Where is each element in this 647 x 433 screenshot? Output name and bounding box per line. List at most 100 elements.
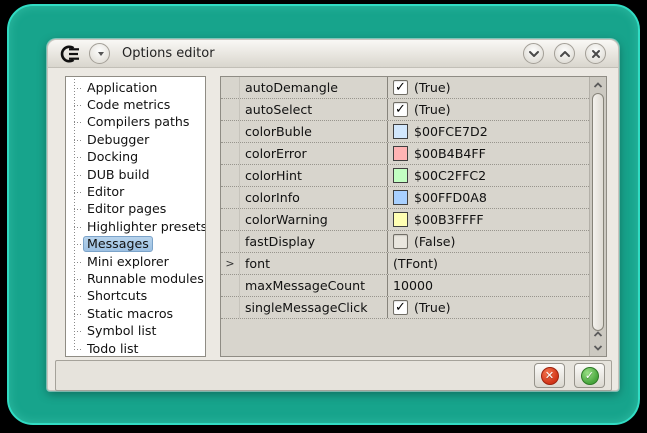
color-swatch[interactable]	[393, 212, 408, 227]
property-name: colorError	[240, 143, 388, 164]
property-row[interactable]: singleMessageClick ✓ (True)	[221, 297, 589, 319]
property-row[interactable]: maxMessageCount 10000	[221, 275, 589, 297]
titlebar[interactable]: Options editor	[48, 40, 618, 68]
property-value[interactable]: $00B3FFFF	[414, 212, 484, 227]
property-name: colorWarning	[240, 209, 388, 230]
sidebar-item[interactable]: Static macros	[66, 305, 205, 322]
sidebar-item[interactable]: Code metrics	[66, 96, 205, 113]
property-value-cell[interactable]: $00B3FFFF	[388, 209, 589, 230]
property-value[interactable]: (TFont)	[393, 256, 438, 271]
sidebar-item[interactable]: Runnable modules	[66, 270, 205, 287]
property-checkbox[interactable]: ✓	[393, 102, 408, 117]
property-value[interactable]: 10000	[393, 278, 433, 293]
color-swatch[interactable]	[393, 146, 408, 161]
property-value-cell[interactable]: ✓ (True)	[388, 297, 589, 318]
property-row[interactable]: colorWarning $00B3FFFF	[221, 209, 589, 231]
sidebar-item-label: Application	[83, 80, 161, 96]
property-name: colorHint	[240, 165, 388, 186]
sidebar-item-label: Static macros	[83, 306, 177, 322]
property-value-cell[interactable]: 10000	[388, 275, 589, 296]
sidebar-item-label: Editor	[83, 184, 128, 200]
sidebar-list: Application Code metrics Compilers paths…	[66, 79, 205, 357]
scroll-up-button[interactable]	[590, 79, 606, 91]
sidebar-item-label: Todo list	[83, 341, 142, 357]
sidebar-item[interactable]: Debugger	[66, 131, 205, 148]
sidebar-item[interactable]: Symbol list	[66, 322, 205, 339]
sidebar-item-label: Highlighter presets	[83, 219, 206, 235]
sidebar-item[interactable]: Shortcuts	[66, 288, 205, 305]
close-button[interactable]	[585, 43, 606, 64]
property-row[interactable]: colorHint $00C2FFC2	[221, 165, 589, 187]
property-value[interactable]: $00C2FFC2	[414, 168, 486, 183]
property-row[interactable]: autoSelect ✓ (True)	[221, 99, 589, 121]
row-marker	[221, 209, 240, 230]
property-value[interactable]: (True)	[414, 80, 451, 95]
accept-icon: ✓	[581, 367, 599, 385]
sidebar-item-label: Symbol list	[83, 323, 160, 339]
property-value[interactable]: $00B4B4FF	[414, 146, 486, 161]
sidebar-item[interactable]: DUB build	[66, 166, 205, 183]
row-marker	[221, 275, 240, 296]
scroll-down-button[interactable]	[590, 341, 606, 353]
scroll-up-button-bottom[interactable]	[590, 328, 606, 340]
property-name: maxMessageCount	[240, 275, 388, 296]
property-value-cell[interactable]: (TFont)	[388, 253, 589, 274]
property-name: autoSelect	[240, 99, 388, 120]
property-name: colorBuble	[240, 121, 388, 142]
chevron-up-icon	[559, 50, 571, 58]
property-row[interactable]: fastDisplay (False)	[221, 231, 589, 253]
sidebar-item-label: Messages	[83, 236, 153, 252]
property-checkbox[interactable]	[393, 234, 408, 249]
sidebar-item[interactable]: Messages	[66, 236, 205, 253]
property-checkbox[interactable]: ✓	[393, 300, 408, 315]
sidebar-item[interactable]: Todo list	[66, 340, 205, 357]
property-value[interactable]: $00FCE7D2	[414, 124, 488, 139]
property-value-cell[interactable]: (False)	[388, 231, 589, 252]
property-value-cell[interactable]: $00C2FFC2	[388, 165, 589, 186]
property-row[interactable]: colorError $00B4B4FF	[221, 143, 589, 165]
row-marker	[221, 77, 240, 98]
property-value[interactable]: (False)	[414, 234, 455, 249]
property-row[interactable]: autoDemangle ✓ (True)	[221, 77, 589, 99]
property-value-cell[interactable]: ✓ (True)	[388, 77, 589, 98]
row-marker: >	[221, 253, 240, 274]
category-list[interactable]: Application Code metrics Compilers paths…	[65, 76, 206, 357]
sidebar-item[interactable]: Compilers paths	[66, 114, 205, 131]
property-value-cell[interactable]: $00FFD0A8	[388, 187, 589, 208]
property-value-cell[interactable]: ✓ (True)	[388, 99, 589, 120]
color-swatch[interactable]	[393, 168, 408, 183]
sidebar-item[interactable]: Docking	[66, 149, 205, 166]
chevron-up-icon	[593, 331, 603, 338]
property-grid: autoDemangle ✓ (True) autoSelect ✓ (True…	[220, 76, 607, 357]
footer-bar: ✕ ✓	[55, 360, 612, 391]
scrollbar-thumb[interactable]	[592, 93, 604, 331]
property-value-cell[interactable]: $00B4B4FF	[388, 143, 589, 164]
sidebar-item-label: Shortcuts	[83, 288, 151, 304]
minimize-button[interactable]	[523, 43, 544, 64]
cancel-button[interactable]: ✕	[534, 363, 565, 388]
property-value[interactable]: (True)	[414, 102, 451, 117]
color-swatch[interactable]	[393, 124, 408, 139]
color-swatch[interactable]	[393, 190, 408, 205]
sidebar-item[interactable]: Highlighter presets	[66, 218, 205, 235]
maximize-button[interactable]	[554, 43, 575, 64]
property-value[interactable]: (True)	[414, 300, 451, 315]
sidebar-item[interactable]: Editor pages	[66, 201, 205, 218]
row-marker	[221, 121, 240, 142]
property-value-cell[interactable]: $00FCE7D2	[388, 121, 589, 142]
sidebar-item[interactable]: Editor	[66, 183, 205, 200]
desktop-background: Options editor Application Code metrics …	[7, 4, 640, 425]
property-value[interactable]: $00FFD0A8	[414, 190, 487, 205]
accept-button[interactable]: ✓	[574, 363, 605, 388]
property-row[interactable]: colorBuble $00FCE7D2	[221, 121, 589, 143]
sidebar-item[interactable]: Mini explorer	[66, 253, 205, 270]
sidebar-item-label: Code metrics	[83, 97, 174, 113]
close-icon	[591, 49, 601, 59]
window-menu-button[interactable]	[89, 43, 110, 64]
vertical-scrollbar[interactable]	[589, 77, 606, 356]
property-row[interactable]: > font (TFont)	[221, 253, 589, 275]
sidebar-item[interactable]: Application	[66, 79, 205, 96]
row-marker	[221, 99, 240, 120]
property-row[interactable]: colorInfo $00FFD0A8	[221, 187, 589, 209]
property-checkbox[interactable]: ✓	[393, 80, 408, 95]
